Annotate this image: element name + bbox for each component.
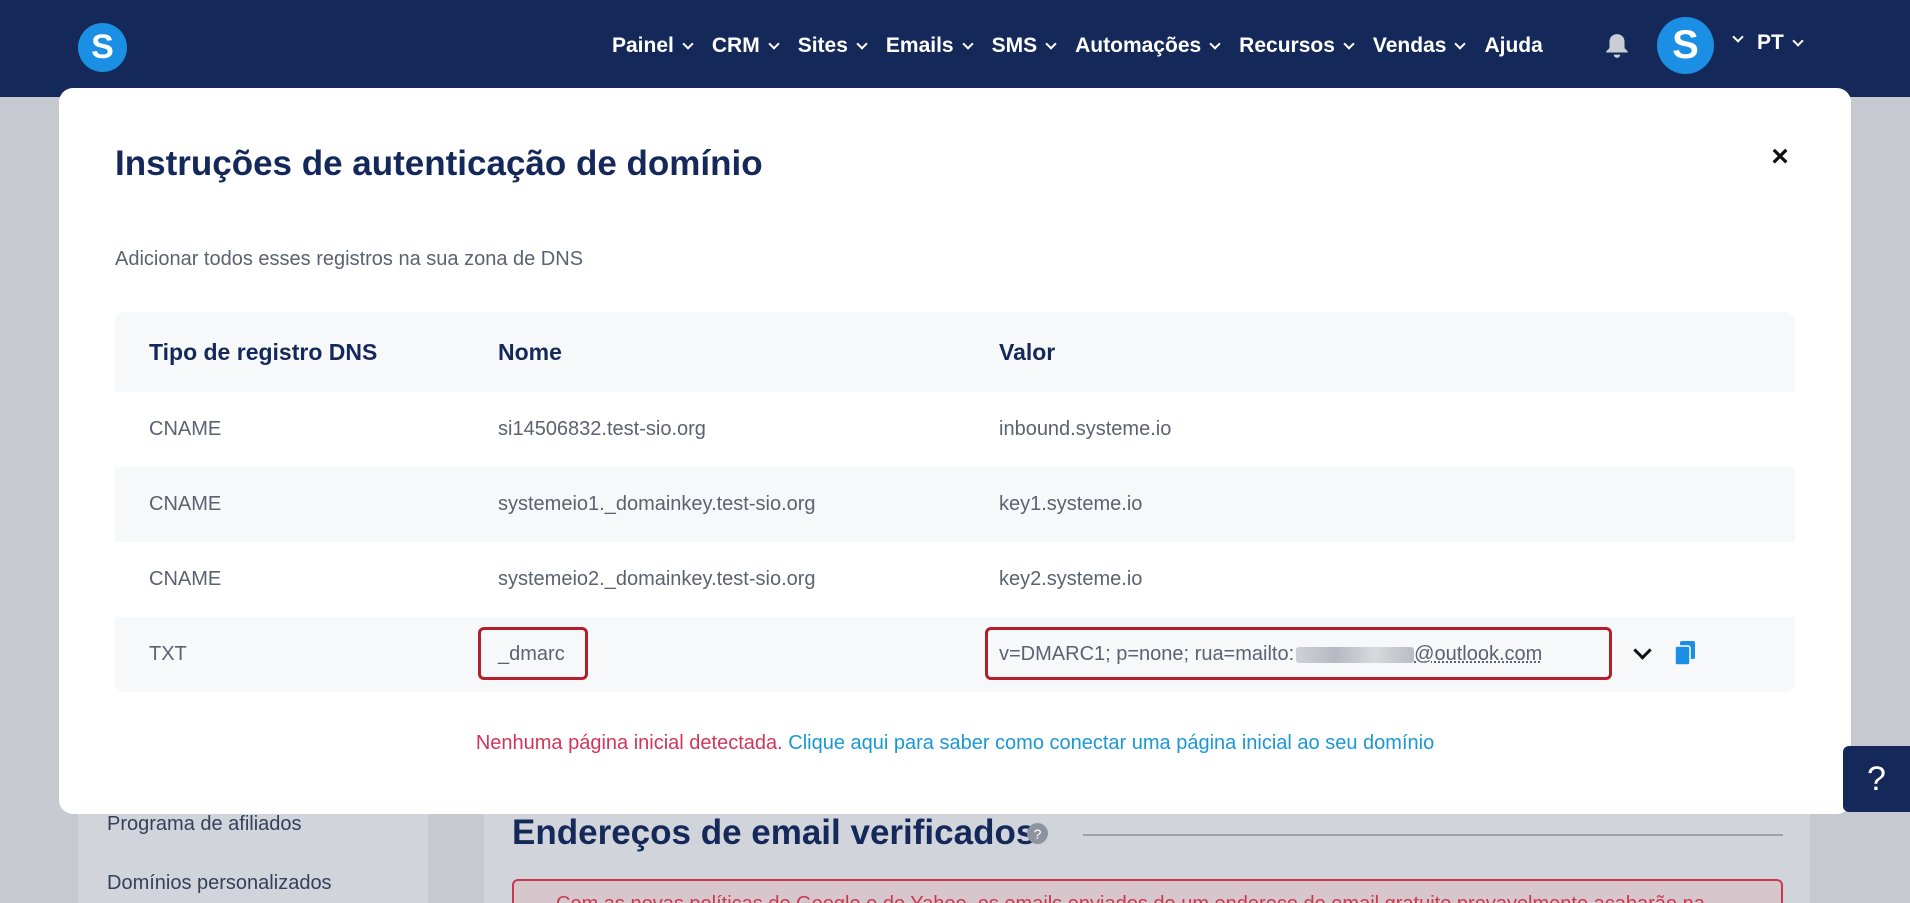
sidebar-item-custom-domains[interactable]: Domínios personalizados xyxy=(107,872,332,895)
record-name: systemeio2._domainkey.test-sio.org xyxy=(498,568,816,590)
record-value: key1.systeme.io xyxy=(999,493,1143,515)
chevron-down-icon xyxy=(1454,37,1467,50)
info-icon[interactable]: ? xyxy=(1027,823,1048,844)
avatar[interactable]: S xyxy=(1657,17,1714,74)
divider xyxy=(1083,834,1783,836)
record-name: si14506832.test-sio.org xyxy=(498,418,706,440)
table-row: CNAME systemeio2._domainkey.test-sio.org… xyxy=(115,542,1795,617)
nav-item-painel[interactable]: Painel xyxy=(612,34,694,58)
nav-item-ajuda[interactable]: Ajuda xyxy=(1484,34,1542,58)
bell-icon[interactable] xyxy=(1604,32,1630,60)
nav-label: Ajuda xyxy=(1484,34,1543,57)
language-label: PT xyxy=(1757,31,1784,54)
modal-title: Instruções de autenticação de domínio xyxy=(115,144,763,183)
domain-auth-modal: Instruções de autenticação de domínio × … xyxy=(59,88,1851,814)
top-navbar: S Painel CRM Sites Emails SMS Automações… xyxy=(0,0,1910,97)
homepage-warning: Nenhuma página inicial detectada. Clique… xyxy=(59,732,1851,755)
column-header-name: Nome xyxy=(498,338,562,365)
chevron-down-icon xyxy=(1792,34,1804,47)
nav-label: SMS xyxy=(991,34,1038,57)
language-selector[interactable]: PT xyxy=(1757,31,1804,55)
close-button[interactable]: × xyxy=(1765,140,1795,173)
nav-item-crm[interactable]: CRM xyxy=(711,34,780,58)
nav-item-emails[interactable]: Emails xyxy=(885,34,974,58)
table-row: CNAME si14506832.test-sio.org inbound.sy… xyxy=(115,392,1795,467)
table-row: TXT _dmarc v=DMARC1; p=none; rua=mailto:… xyxy=(115,617,1795,692)
logo[interactable]: S xyxy=(78,23,127,72)
nav-label: Automações xyxy=(1075,34,1202,57)
warning-text: Nenhuma página inicial detectada. xyxy=(475,732,783,754)
value-suffix: @outlook.com xyxy=(1414,643,1543,665)
chevron-down-icon[interactable] xyxy=(1732,31,1744,43)
main-nav: Painel CRM Sites Emails SMS Automações R… xyxy=(612,28,1563,64)
record-value: key2.systeme.io xyxy=(999,568,1143,590)
column-header-type: Tipo de registro DNS xyxy=(149,338,378,365)
nav-label: Painel xyxy=(612,34,674,57)
table-row: CNAME systemeio1._domainkey.test-sio.org… xyxy=(115,467,1795,542)
nav-label: CRM xyxy=(711,34,760,57)
chevron-down-icon xyxy=(1343,37,1355,50)
chevron-down-icon xyxy=(961,37,974,50)
nav-label: Emails xyxy=(885,34,954,57)
record-type: CNAME xyxy=(149,418,222,440)
record-name: systemeio1._domainkey.test-sio.org xyxy=(498,493,816,515)
nav-label: Vendas xyxy=(1372,34,1447,57)
chevron-down-icon xyxy=(856,37,868,50)
dns-records-table: Tipo de registro DNS Nome Valor CNAME si… xyxy=(115,312,1795,692)
record-type: CNAME xyxy=(149,568,222,590)
value-prefix: v=DMARC1; p=none; rua=mailto: xyxy=(999,643,1295,665)
section-heading: Endereços de email verificados xyxy=(512,813,1036,852)
redacted-email xyxy=(1296,646,1415,663)
nav-item-automacoes[interactable]: Automações xyxy=(1075,34,1221,58)
table-header-row: Tipo de registro DNS Nome Valor xyxy=(115,312,1795,392)
nav-item-sites[interactable]: Sites xyxy=(797,34,868,58)
record-value[interactable]: v=DMARC1; p=none; rua=mailto: @outlook.co… xyxy=(999,643,1542,666)
help-button[interactable]: ? xyxy=(1843,746,1910,812)
sidebar-item-affiliates[interactable]: Programa de afiliados xyxy=(107,813,302,836)
record-type: TXT xyxy=(149,643,187,665)
copy-icon[interactable] xyxy=(1675,641,1695,665)
nav-label: Recursos xyxy=(1239,34,1335,57)
nav-label: Sites xyxy=(797,34,848,57)
nav-item-recursos[interactable]: Recursos xyxy=(1239,34,1355,58)
alert-text: Com as novas políticas do Google e do Ya… xyxy=(556,893,1705,903)
chevron-down-icon xyxy=(682,37,694,50)
chevron-down-icon xyxy=(1209,37,1221,50)
record-type: CNAME xyxy=(149,493,222,515)
nav-item-sms[interactable]: SMS xyxy=(991,34,1057,58)
column-header-value: Valor xyxy=(999,338,1056,365)
chevron-down-icon xyxy=(1045,37,1057,50)
alert-banner: Com as novas políticas do Google e do Ya… xyxy=(512,879,1783,903)
connect-homepage-link[interactable]: Clique aqui para saber como conectar uma… xyxy=(788,732,1434,754)
nav-item-vendas[interactable]: Vendas xyxy=(1372,34,1467,58)
chevron-down-icon[interactable] xyxy=(1633,641,1652,660)
chevron-down-icon xyxy=(768,37,780,50)
record-value: inbound.systeme.io xyxy=(999,418,1172,440)
record-name[interactable]: _dmarc xyxy=(498,643,565,666)
modal-subtitle: Adicionar todos esses registros na sua z… xyxy=(115,248,584,270)
